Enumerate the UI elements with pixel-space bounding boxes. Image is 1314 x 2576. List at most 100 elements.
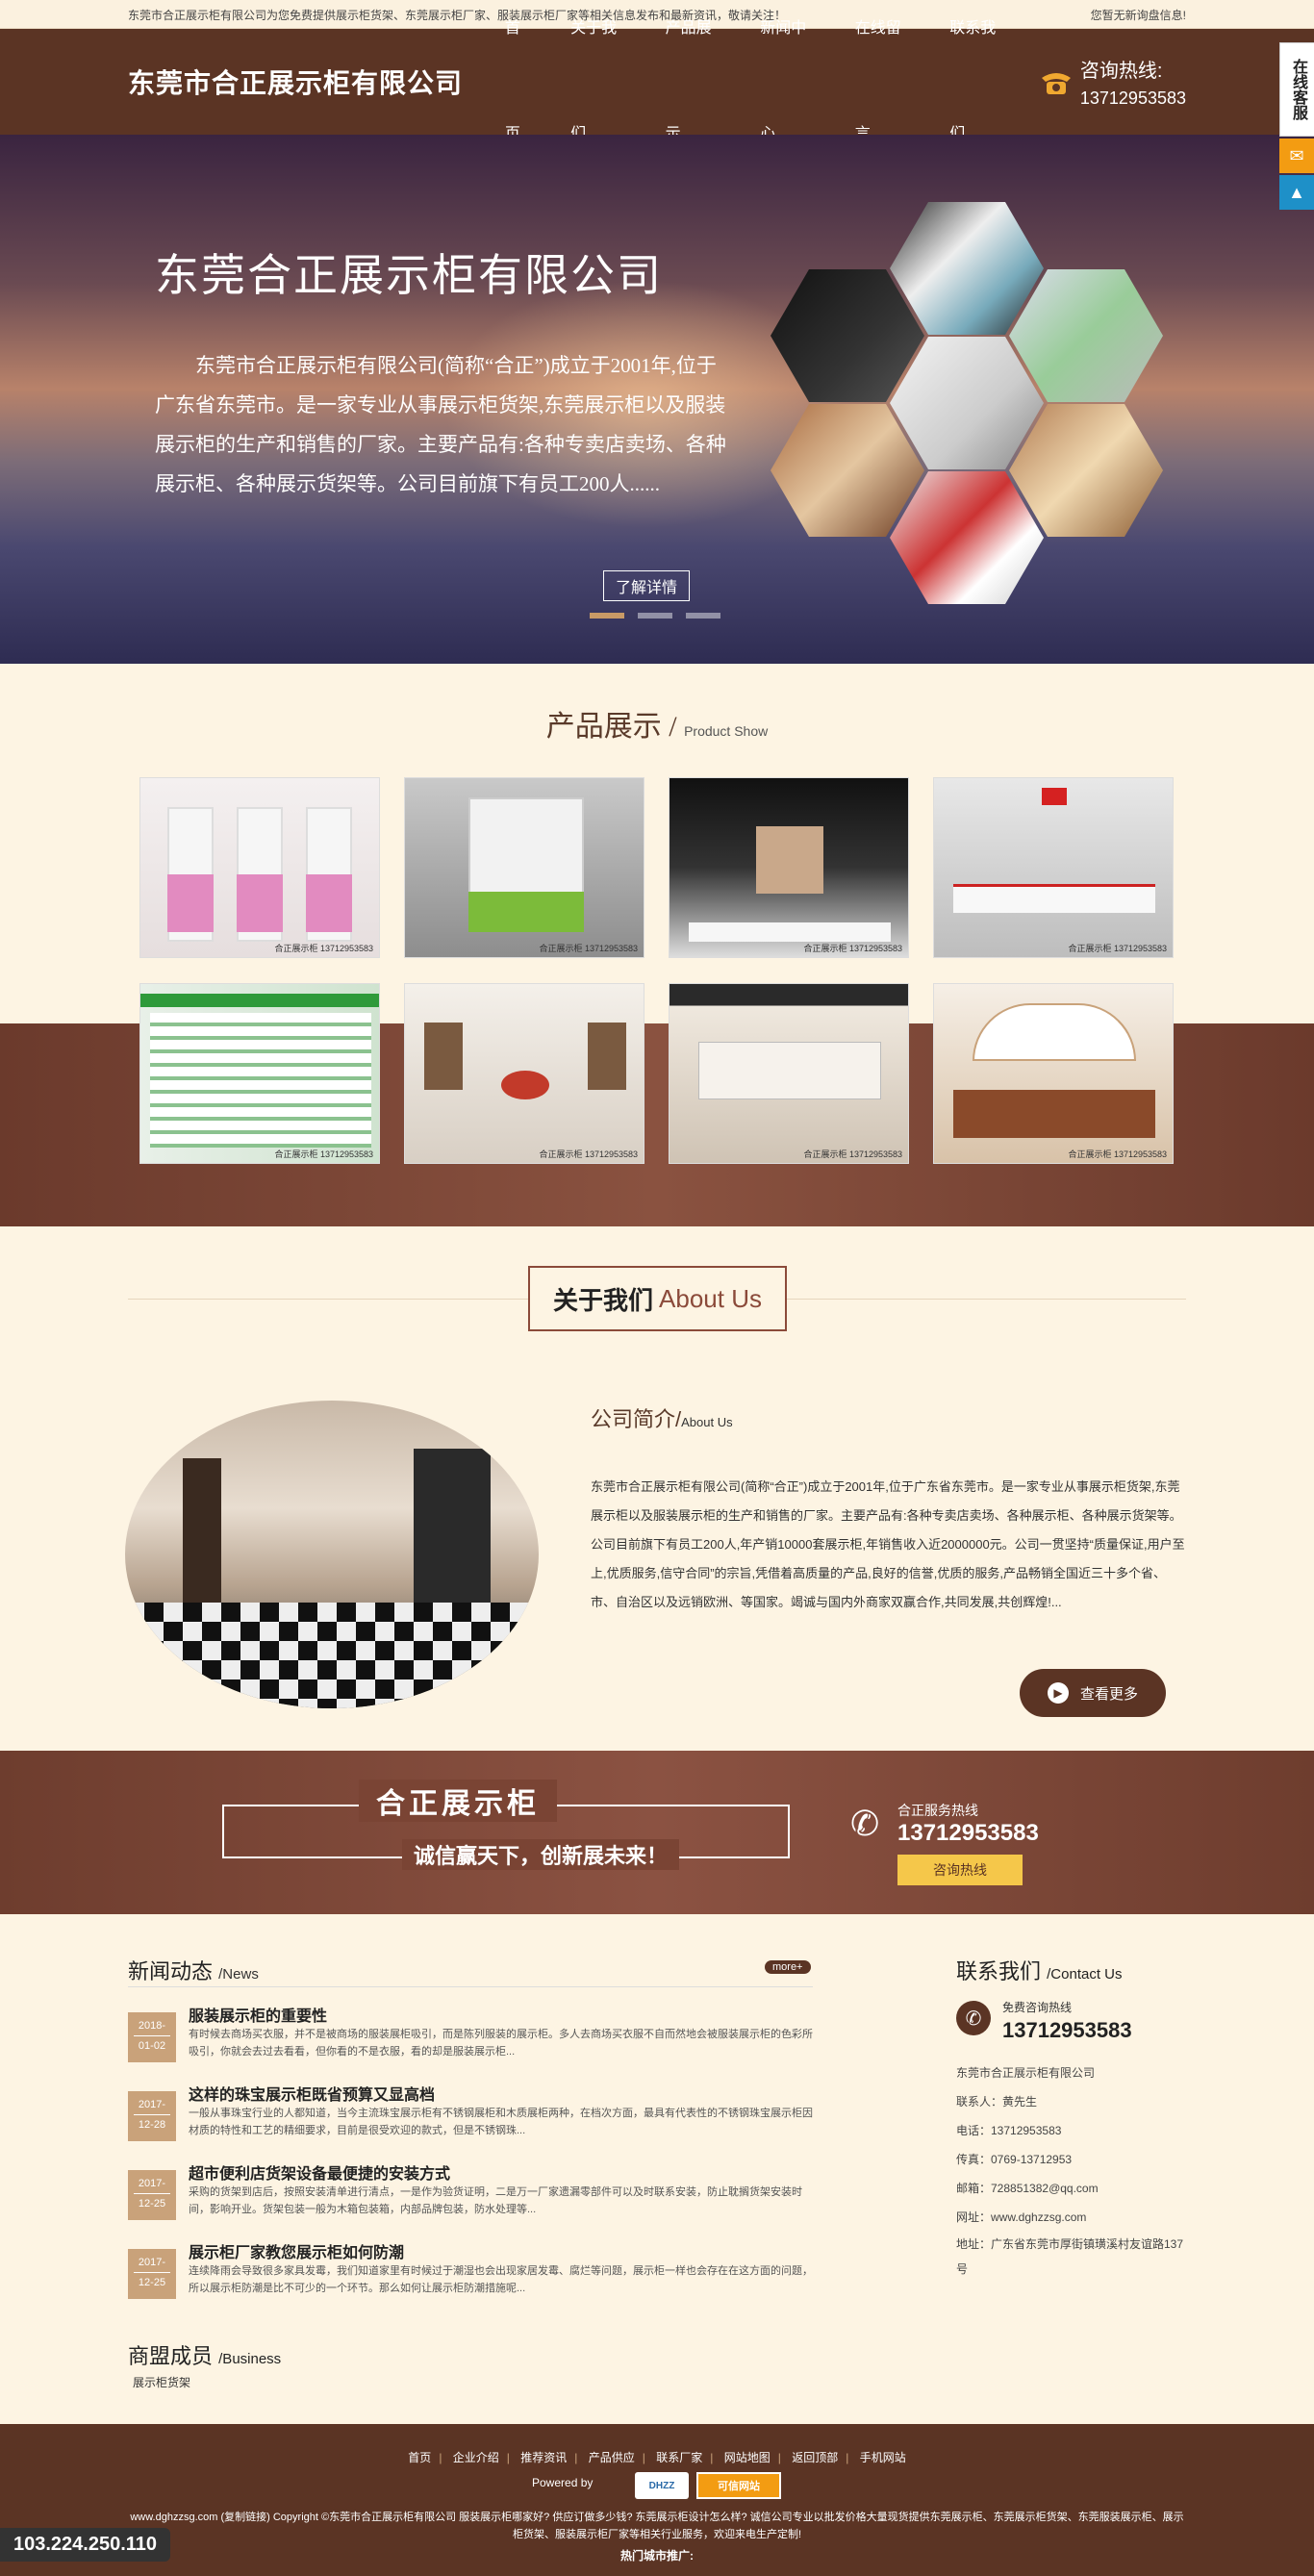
phone-icon: ✆ bbox=[956, 2001, 991, 2035]
hotline-number: 13712953583 bbox=[1079, 88, 1186, 108]
hex-image bbox=[771, 269, 924, 402]
news-item[interactable]: 2017- 12-28 这样的珠宝展示柜既省预算又显高档 一般从事珠宝行业的人都知… bbox=[128, 2082, 813, 2143]
arrow-up-icon[interactable]: ▲ bbox=[1279, 175, 1314, 210]
slogan-line2: 诚信赢天下，创新展未来！ bbox=[402, 1839, 680, 1870]
copyright-text: www.dghzzsg.com (复制链接) Copyright ©东莞市合正展… bbox=[130, 2512, 1184, 2540]
product-card[interactable]: 合正展示柜 13712953583 bbox=[933, 983, 1174, 1164]
footer-link-top[interactable]: 返回顶部 bbox=[792, 2451, 838, 2464]
banner-description: 东莞市合正展示柜有限公司(简称“合正”)成立于2001年,位于广东省东莞市。是一… bbox=[155, 354, 726, 495]
inquiry-notice[interactable]: 您暂无新询盘信息! bbox=[1091, 7, 1186, 23]
hex-image bbox=[1009, 404, 1163, 537]
news-summary: 连续降雨会导致很多家具发霉，我们知道家里有时候过于潮湿也会出现家居发霉、腐烂等问… bbox=[189, 2265, 813, 2294]
contact-address: 地址：广东省东莞市厚街镇璜溪村友谊路137号 bbox=[956, 2237, 1184, 2276]
slide-dot[interactable] bbox=[686, 613, 720, 619]
footer-nav: 首页 | 企业介绍 | 推荐资讯 | 产品供应 | 联系厂家 | 网站地图 | 返回顶部 | … bbox=[408, 2451, 906, 2464]
free-hotline-label: 免费咨询热线 bbox=[1002, 2001, 1073, 2014]
product-card[interactable]: 合正展示柜 13712953583 bbox=[933, 777, 1174, 958]
about-title-cn: 关于我们 bbox=[553, 1285, 654, 1315]
news-title-link[interactable]: 超市便利店货架设备最便捷的安装方式 bbox=[189, 2160, 450, 2184]
hexagon-product-collage bbox=[771, 202, 1184, 635]
about-heading: 公司简介/About Us bbox=[591, 1407, 733, 1431]
hex-image bbox=[890, 471, 1044, 604]
site-footer: 首页 | 企业介绍 | 推荐资讯 | 产品供应 | 联系厂家 | 网站地图 | 返回顶部 | … bbox=[0, 2424, 1314, 2576]
news-title: 新闻动态 /News bbox=[128, 1959, 259, 1983]
credible-site-badge[interactable]: 可信网站 bbox=[696, 2472, 781, 2499]
news-divider bbox=[128, 1986, 813, 1987]
product-card[interactable]: 合正展示柜 13712953583 bbox=[404, 777, 644, 958]
news-summary: 有时候去商场买衣服，并不是被商场的服装展柜吸引，而是陈列服装的展示柜。多人去商场… bbox=[189, 2029, 813, 2058]
product-caption: 合正展示柜 13712953583 bbox=[539, 944, 638, 953]
news-date: 2017- 12-25 bbox=[128, 2249, 176, 2299]
site-header: 东莞市合正展示柜有限公司 首页 关于我们 产品展示 新闻中心 在线留言 联系我们… bbox=[0, 20, 1314, 142]
product-card[interactable]: 合正展示柜 13712953583 bbox=[139, 983, 380, 1164]
hotline-label: 咨询热线: bbox=[1079, 61, 1163, 82]
footer-link-contact[interactable]: 联系厂家 bbox=[656, 2451, 702, 2464]
ip-address-overlay: 103.224.250.110 bbox=[0, 2528, 171, 2562]
footer-link-home[interactable]: 首页 bbox=[408, 2451, 431, 2464]
news-more-button[interactable]: more+ bbox=[765, 1960, 811, 1974]
hex-image bbox=[771, 404, 924, 537]
business-link[interactable]: 展示柜货架 bbox=[133, 2374, 190, 2390]
news-summary: 一般从事珠宝行业的人都知道，当今主流珠宝展示柜有不锈钢展柜和木质展柜两种，在档次… bbox=[189, 2108, 813, 2136]
side-float-panel: 在线客服 ✉ ▲ bbox=[1279, 42, 1314, 210]
contact-website[interactable]: 网址：www.dghzzsg.com bbox=[956, 2203, 1187, 2232]
service-hotline-label: 合正服务热线 bbox=[897, 1803, 978, 1818]
news-title-link[interactable]: 这样的珠宝展示柜既省预算又显高档 bbox=[189, 2082, 435, 2105]
phone-icon bbox=[1041, 73, 1071, 94]
news-item[interactable]: 2017- 12-25 展示柜厂家教您展示柜如何防潮 连续降雨会导致很多家具发霉，… bbox=[128, 2239, 813, 2301]
products-section: 产品展示 / Product Show 合正展示柜 13712953583 合正… bbox=[0, 664, 1314, 1226]
arrow-right-icon: ▶ bbox=[1047, 1682, 1069, 1704]
chat-icon[interactable]: ✉ bbox=[1279, 139, 1314, 173]
about-store-image bbox=[125, 1401, 539, 1708]
business-title: 商盟成员 /Business bbox=[128, 2344, 282, 2368]
banner-more-button[interactable]: 了解详情 bbox=[603, 570, 691, 601]
news-title-link[interactable]: 展示柜厂家教您展示柜如何防潮 bbox=[189, 2239, 404, 2262]
news-summary: 采购的货架到店后，按照安装清单进行清点，一是作为验货证明，二是万一厂家遗漏零部件… bbox=[189, 2186, 802, 2215]
news-item[interactable]: 2018- 01-02 服装展示柜的重要性 有时候去商场买衣服，并不是被商场的服装… bbox=[128, 2003, 813, 2064]
contact-info: 东莞市合正展示柜有限公司 联系人：黄先生 电话：13712953583 传真：0… bbox=[956, 2058, 1187, 2282]
site-logo[interactable]: 东莞市合正展示柜有限公司 bbox=[128, 63, 495, 101]
product-caption: 合正展示柜 13712953583 bbox=[539, 1149, 638, 1159]
contact-email[interactable]: 邮箱：728851382@qq.com bbox=[956, 2174, 1187, 2203]
product-card[interactable]: 合正展示柜 13712953583 bbox=[139, 777, 380, 958]
footer-link-intro[interactable]: 企业介绍 bbox=[453, 2451, 499, 2464]
contact-fax: 传真：0769-13712953 bbox=[956, 2153, 1073, 2166]
product-caption: 合正展示柜 13712953583 bbox=[1068, 944, 1167, 953]
trust-badge[interactable]: DHZZ bbox=[635, 2472, 689, 2499]
contact-company: 东莞市合正展示柜有限公司 bbox=[956, 2066, 1096, 2080]
about-more-button[interactable]: ▶ 查看更多 bbox=[1020, 1669, 1166, 1717]
about-text: 东莞市合正展示柜有限公司(简称“合正”)成立于2001年,位于广东省东莞市。是一… bbox=[591, 1479, 1185, 1609]
footer-link-supply[interactable]: 产品供应 bbox=[589, 2451, 635, 2464]
product-caption: 合正展示柜 13712953583 bbox=[803, 1149, 902, 1159]
footer-link-news[interactable]: 推荐资讯 bbox=[520, 2451, 567, 2464]
contact-title: 联系我们 /Contact Us bbox=[956, 1959, 1123, 1983]
slide-dot[interactable] bbox=[638, 613, 672, 619]
consult-hotline-button[interactable]: 咨询热线 bbox=[897, 1855, 1023, 1885]
product-caption: 合正展示柜 13712953583 bbox=[274, 944, 373, 953]
products-title: 产品展示 / Product Show bbox=[545, 711, 769, 743]
about-title-en: About Us bbox=[659, 1283, 762, 1313]
free-hotline-number: 13712953583 bbox=[1002, 2018, 1132, 2042]
footer-link-sitemap[interactable]: 网站地图 bbox=[724, 2451, 771, 2464]
slide-dot[interactable] bbox=[590, 613, 624, 619]
powered-by: Powered by bbox=[532, 2476, 594, 2489]
footer-link-mobile[interactable]: 手机网站 bbox=[860, 2451, 906, 2464]
product-card[interactable]: 合正展示柜 13712953583 bbox=[404, 983, 644, 1164]
product-caption: 合正展示柜 13712953583 bbox=[274, 1149, 373, 1159]
hex-image bbox=[890, 337, 1044, 469]
news-date: 2017- 12-28 bbox=[128, 2091, 176, 2141]
about-title-box: 关于我们 About Us bbox=[528, 1266, 787, 1331]
news-contact-section: 新闻动态 /News more+ 2018- 01-02 服装展示柜的重要性 有时… bbox=[0, 1914, 1314, 2424]
product-card[interactable]: 合正展示柜 13712953583 bbox=[669, 983, 909, 1164]
news-title-link[interactable]: 服装展示柜的重要性 bbox=[189, 2003, 327, 2026]
news-item[interactable]: 2017- 12-25 超市便利店货架设备最便捷的安装方式 采购的货架到店后，按照… bbox=[128, 2160, 813, 2222]
phone-icon: ✆ bbox=[850, 1804, 880, 1843]
news-date: 2017- 12-25 bbox=[128, 2170, 176, 2220]
products-title-en: Product Show bbox=[684, 723, 769, 739]
contact-person: 联系人：黄先生 bbox=[956, 2095, 1038, 2109]
product-card[interactable]: 合正展示柜 13712953583 bbox=[669, 777, 909, 958]
product-grid: 合正展示柜 13712953583 合正展示柜 13712953583 合正展示… bbox=[128, 777, 1186, 1164]
banner-slide-dots bbox=[590, 613, 720, 619]
hex-image bbox=[890, 202, 1044, 335]
online-service-button[interactable]: 在线客服 bbox=[1279, 42, 1314, 137]
